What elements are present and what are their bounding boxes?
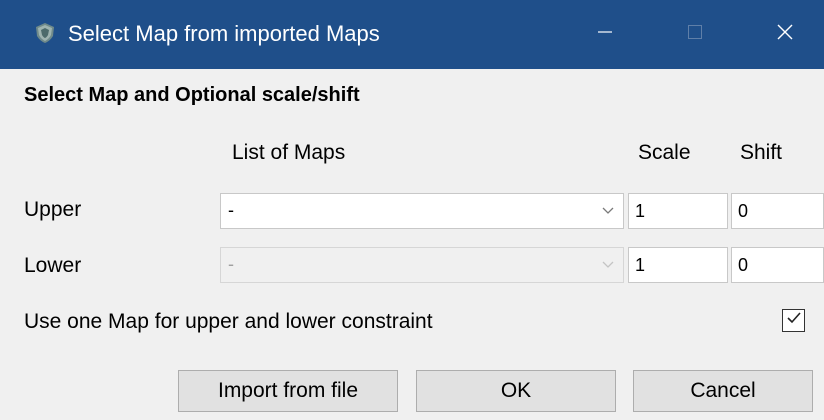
maximize-button[interactable]: [650, 0, 740, 69]
minimize-icon: [598, 25, 612, 44]
upper-shift-input[interactable]: [731, 193, 824, 229]
minimize-button[interactable]: [560, 0, 650, 69]
import-from-file-button[interactable]: Import from file: [178, 370, 398, 412]
lower-shift-value[interactable]: [732, 248, 823, 282]
lower-shift-input[interactable]: [731, 247, 824, 283]
title-bar[interactable]: Select Map from imported Maps: [0, 0, 824, 69]
upper-map-value: -: [228, 200, 234, 220]
section-title: Select Map and Optional scale/shift: [24, 84, 360, 106]
upper-scale-value[interactable]: [629, 194, 727, 228]
close-button[interactable]: [740, 0, 824, 69]
maps-column-header: List of Maps: [232, 141, 346, 164]
select-map-dialog: Select Map from imported Maps Select Map…: [0, 0, 824, 420]
scale-column-header: Scale: [638, 141, 691, 164]
upper-map-dropdown[interactable]: -: [220, 193, 624, 229]
upper-scale-input[interactable]: [628, 193, 728, 229]
checkmark-icon: [786, 311, 802, 330]
chevron-down-icon[interactable]: [593, 194, 623, 228]
cancel-button[interactable]: Cancel: [633, 370, 813, 412]
ok-button[interactable]: OK: [416, 370, 616, 412]
maximize-icon: [688, 25, 702, 44]
lower-label: Lower: [24, 254, 82, 277]
use-one-map-label: Use one Map for upper and lower constrai…: [24, 310, 433, 333]
window-title: Select Map from imported Maps: [68, 21, 380, 46]
chevron-down-icon: [593, 248, 623, 282]
lower-scale-value[interactable]: [629, 248, 727, 282]
close-icon: [777, 24, 793, 45]
lower-scale-input[interactable]: [628, 247, 728, 283]
app-shield-icon: [34, 22, 56, 44]
lower-map-dropdown: -: [220, 247, 624, 283]
lower-map-value: -: [228, 254, 234, 274]
upper-label: Upper: [24, 198, 82, 221]
shift-column-header: Shift: [740, 141, 783, 164]
use-one-map-checkbox[interactable]: [782, 309, 805, 332]
upper-shift-value[interactable]: [732, 194, 823, 228]
